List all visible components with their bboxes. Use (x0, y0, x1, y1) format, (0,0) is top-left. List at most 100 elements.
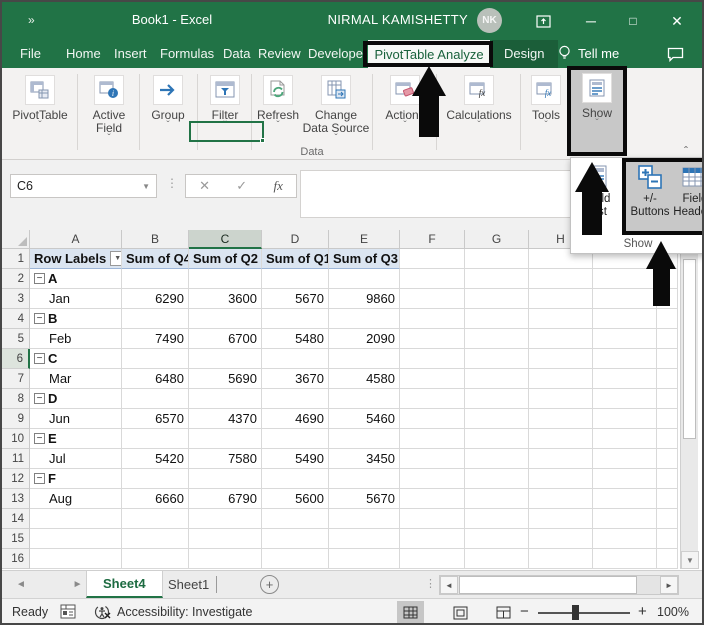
cell-E4[interactable] (329, 309, 400, 329)
column-header-G[interactable]: G (465, 230, 529, 249)
cell-E16[interactable] (329, 549, 400, 569)
cell-B14[interactable] (122, 509, 189, 529)
cell-x8[interactable] (593, 389, 657, 409)
cell-B13[interactable]: 6660 (122, 489, 189, 509)
cell-x9[interactable] (593, 409, 657, 429)
cell-G16[interactable] (465, 549, 529, 569)
tab-formulas[interactable]: Formulas (160, 46, 214, 61)
zoom-slider-thumb[interactable] (572, 605, 579, 620)
tab-developer[interactable]: Developer (308, 46, 367, 61)
tab-file[interactable]: File (20, 46, 41, 61)
macro-record-icon[interactable] (60, 604, 76, 619)
row-header-11[interactable]: 11 (2, 449, 30, 469)
vertical-scrollbar-thumb[interactable] (683, 259, 696, 439)
row-header-9[interactable]: 9 (2, 409, 30, 429)
cell-x2[interactable] (657, 269, 678, 289)
cell-x12[interactable] (593, 469, 657, 489)
cell-D7[interactable]: 3670 (262, 369, 329, 389)
column-header-C[interactable]: C (189, 230, 262, 249)
tab-home[interactable]: Home (66, 46, 101, 61)
cell-D9[interactable]: 4690 (262, 409, 329, 429)
cell-x15[interactable] (593, 529, 657, 549)
cell-x6[interactable] (593, 349, 657, 369)
change-data-source-button[interactable]: Change Data Source ˇ (302, 72, 370, 154)
cell-A13[interactable]: Aug (30, 489, 122, 509)
cell-D3[interactable]: 5670 (262, 289, 329, 309)
cell-G9[interactable] (465, 409, 529, 429)
cell-B4[interactable] (122, 309, 189, 329)
cell-H11[interactable] (529, 449, 593, 469)
cell-E12[interactable] (329, 469, 400, 489)
row-header-1[interactable]: 1 (2, 249, 30, 269)
cell-G13[interactable] (465, 489, 529, 509)
cell-x14[interactable] (593, 509, 657, 529)
cell-A15[interactable] (30, 529, 122, 549)
cell-C8[interactable] (189, 389, 262, 409)
cell-C11[interactable]: 7580 (189, 449, 262, 469)
cell-E10[interactable] (329, 429, 400, 449)
field-headers-button[interactable]: Field Headers (673, 162, 704, 219)
actions-button[interactable]: Actions ˇ (378, 72, 432, 154)
cell-A11[interactable]: Jul (30, 449, 122, 469)
cell-x3[interactable] (593, 289, 657, 309)
zoom-out-icon[interactable]: − (520, 603, 529, 620)
cell-H5[interactable] (529, 329, 593, 349)
cell-B3[interactable]: 6290 (122, 289, 189, 309)
cell-x4[interactable] (593, 309, 657, 329)
tab-design[interactable]: Design (504, 46, 544, 61)
cell-B8[interactable] (122, 389, 189, 409)
plus-minus-buttons-button[interactable]: +/- Buttons (627, 162, 673, 219)
maximize-button[interactable]: □ (622, 10, 644, 32)
cell-C1[interactable]: Sum of Q2 (189, 249, 262, 269)
avatar[interactable]: NK (477, 8, 502, 33)
cell-D12[interactable] (262, 469, 329, 489)
calculations-button[interactable]: fx Calculations ˇ (440, 72, 518, 154)
scroll-right-icon[interactable]: ► (660, 576, 678, 594)
cell-D1[interactable]: Sum of Q1 (262, 249, 329, 269)
cell-A2[interactable]: −A (30, 269, 122, 289)
cell-D15[interactable] (262, 529, 329, 549)
cell-F3[interactable] (400, 289, 465, 309)
cell-D2[interactable] (262, 269, 329, 289)
row-header-14[interactable]: 14 (2, 509, 30, 529)
cell-H7[interactable] (529, 369, 593, 389)
quick-access-toolbar-icon[interactable]: » (28, 13, 33, 27)
cell-C13[interactable]: 6790 (189, 489, 262, 509)
new-sheet-icon[interactable]: + (260, 575, 279, 594)
cell-F1[interactable] (400, 249, 465, 269)
cell-E13[interactable]: 5670 (329, 489, 400, 509)
cell-E5[interactable]: 2090 (329, 329, 400, 349)
cell-A6[interactable]: −C (30, 349, 122, 369)
cell-C2[interactable] (189, 269, 262, 289)
cell-F12[interactable] (400, 469, 465, 489)
cell-A7[interactable]: Mar (30, 369, 122, 389)
tab-data[interactable]: Data (223, 46, 250, 61)
cell-B16[interactable] (122, 549, 189, 569)
cell-F2[interactable] (400, 269, 465, 289)
cell-E3[interactable]: 9860 (329, 289, 400, 309)
field-list-button[interactable]: Field List (575, 162, 621, 219)
close-button[interactable]: ✕ (666, 10, 688, 32)
cell-G1[interactable] (465, 249, 529, 269)
collapse-minus-icon[interactable]: − (34, 473, 45, 484)
cell-x12[interactable] (657, 469, 678, 489)
name-box[interactable]: C6 ▼ (10, 174, 157, 198)
cell-A4[interactable]: −B (30, 309, 122, 329)
cell-E6[interactable] (329, 349, 400, 369)
cell-x7[interactable] (657, 369, 678, 389)
row-labels-filter-icon[interactable]: ▼ (110, 251, 122, 266)
cell-H3[interactable] (529, 289, 593, 309)
cell-H8[interactable] (529, 389, 593, 409)
scroll-left-icon[interactable]: ◄ (440, 576, 458, 594)
cell-H13[interactable] (529, 489, 593, 509)
horizontal-scrollbar[interactable]: ◄ ► (439, 575, 679, 595)
cell-A1[interactable]: Row Labels▼ (30, 249, 122, 269)
zoom-slider-track[interactable] (538, 612, 630, 614)
cell-B15[interactable] (122, 529, 189, 549)
cell-A9[interactable]: Jun (30, 409, 122, 429)
row-header-16[interactable]: 16 (2, 549, 30, 569)
select-all-corner[interactable] (2, 230, 30, 249)
page-break-view-button[interactable] (490, 601, 517, 624)
comments-icon[interactable] (667, 47, 684, 62)
cell-D6[interactable] (262, 349, 329, 369)
